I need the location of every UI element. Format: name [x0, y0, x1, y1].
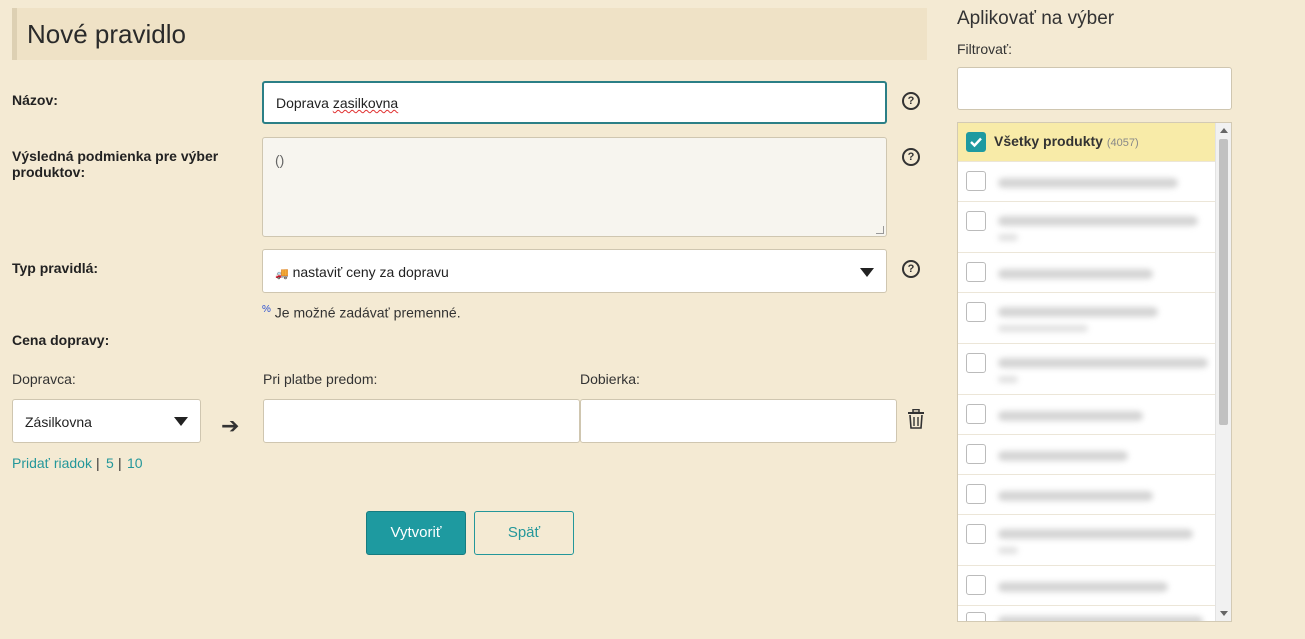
checkbox-icon[interactable]	[966, 575, 986, 595]
percent-icon: %	[262, 304, 271, 315]
list-item[interactable]	[958, 202, 1216, 253]
back-button[interactable]: Späť	[474, 511, 574, 555]
resize-handle-icon[interactable]	[876, 226, 884, 234]
blurred-product-name	[998, 234, 1018, 241]
blurred-product-name	[998, 451, 1128, 461]
separator: |	[118, 455, 122, 471]
blurred-product-name	[998, 376, 1018, 383]
scroll-up-icon[interactable]	[1220, 128, 1228, 133]
checkbox-icon[interactable]	[966, 171, 986, 191]
chevron-down-icon	[174, 417, 188, 426]
blurred-product-name	[998, 582, 1168, 592]
list-item[interactable]	[958, 606, 1216, 621]
blurred-product-name	[998, 325, 1088, 332]
list-item[interactable]	[958, 395, 1216, 435]
blurred-product-name	[998, 307, 1158, 317]
page-title: Nové pravidlo	[27, 19, 186, 49]
name-label: Názov:	[12, 92, 58, 108]
carrier-select[interactable]: Zásilkovna	[12, 399, 201, 443]
checkbox-icon[interactable]	[966, 302, 986, 322]
prepaid-label: Pri platbe predom:	[263, 371, 378, 387]
list-item[interactable]	[958, 435, 1216, 475]
checkbox-icon[interactable]	[966, 524, 986, 544]
variables-note: % Je možné zadávať premenné.	[262, 304, 461, 321]
add-5-rows-link[interactable]: 5	[106, 455, 114, 471]
cod-price-input[interactable]	[580, 399, 897, 443]
shipping-price-label: Cena dopravy:	[12, 332, 110, 348]
checkbox-icon[interactable]	[966, 484, 986, 504]
checkbox-icon[interactable]	[966, 353, 986, 373]
list-item[interactable]	[958, 566, 1216, 606]
list-item[interactable]	[958, 475, 1216, 515]
blurred-product-name	[998, 178, 1178, 188]
blurred-product-name	[998, 547, 1018, 554]
truck-icon: 🚚	[275, 268, 289, 280]
chevron-down-icon	[860, 268, 874, 277]
trash-icon[interactable]	[907, 408, 925, 432]
help-icon[interactable]: ?	[902, 260, 920, 278]
filter-input[interactable]	[957, 67, 1232, 110]
sidebar-title: Aplikovať na výber	[957, 8, 1115, 29]
all-products-count: (4057)	[1106, 137, 1139, 149]
product-list[interactable]: Všetky produkty (4057)	[957, 122, 1232, 622]
checkbox-checked-icon[interactable]	[966, 132, 986, 152]
rule-type-value: 🚚 nastaviť ceny za dopravu	[275, 264, 449, 280]
rule-type-label: Typ pravidlá:	[12, 260, 99, 276]
separator: |	[96, 455, 100, 471]
help-icon[interactable]: ?	[902, 148, 920, 166]
carrier-value: Zásilkovna	[25, 414, 92, 430]
carrier-label: Dopravca:	[12, 371, 76, 387]
list-item-all-products[interactable]: Všetky produkty (4057)	[958, 123, 1216, 162]
blurred-product-name	[998, 358, 1208, 368]
condition-value: ()	[275, 152, 285, 168]
blurred-product-name	[998, 529, 1193, 539]
page-header: Nové pravidlo	[12, 8, 927, 60]
scrollbar-thumb[interactable]	[1219, 139, 1228, 425]
checkbox-icon[interactable]	[966, 612, 986, 621]
name-input[interactable]: Doprava zasilkovna	[262, 81, 887, 124]
checkbox-icon[interactable]	[966, 262, 986, 282]
list-item[interactable]	[958, 253, 1216, 293]
blurred-product-name	[998, 269, 1153, 279]
checkbox-icon[interactable]	[966, 444, 986, 464]
list-item[interactable]	[958, 162, 1216, 202]
cod-label: Dobierka:	[580, 371, 640, 387]
list-item[interactable]	[958, 293, 1216, 344]
add-10-rows-link[interactable]: 10	[127, 455, 143, 471]
checkbox-icon[interactable]	[966, 404, 986, 424]
list-item[interactable]	[958, 344, 1216, 395]
create-button[interactable]: Vytvoriť	[366, 511, 466, 555]
checkbox-icon[interactable]	[966, 211, 986, 231]
all-products-label: Všetky produkty (4057)	[994, 133, 1139, 149]
blurred-product-name	[998, 491, 1153, 501]
list-scrollbar[interactable]	[1215, 123, 1231, 621]
rule-type-select[interactable]: 🚚 nastaviť ceny za dopravu	[262, 249, 887, 293]
scroll-down-icon[interactable]	[1220, 611, 1228, 616]
help-icon[interactable]: ?	[902, 92, 920, 110]
name-input-value: Doprava zasilkovna	[276, 95, 399, 111]
add-row-link[interactable]: Pridať riadok	[12, 455, 92, 471]
arrow-right-icon: ➔	[221, 413, 240, 438]
filter-label: Filtrovať:	[957, 41, 1013, 57]
list-item[interactable]	[958, 515, 1216, 566]
blurred-product-name	[998, 216, 1198, 226]
prepaid-price-input[interactable]	[263, 399, 580, 443]
blurred-product-name	[998, 616, 1203, 621]
condition-textarea[interactable]: ()	[262, 137, 887, 237]
condition-label: Výsledná podmienka pre výber produktov:	[12, 148, 219, 180]
blurred-product-name	[998, 411, 1143, 421]
